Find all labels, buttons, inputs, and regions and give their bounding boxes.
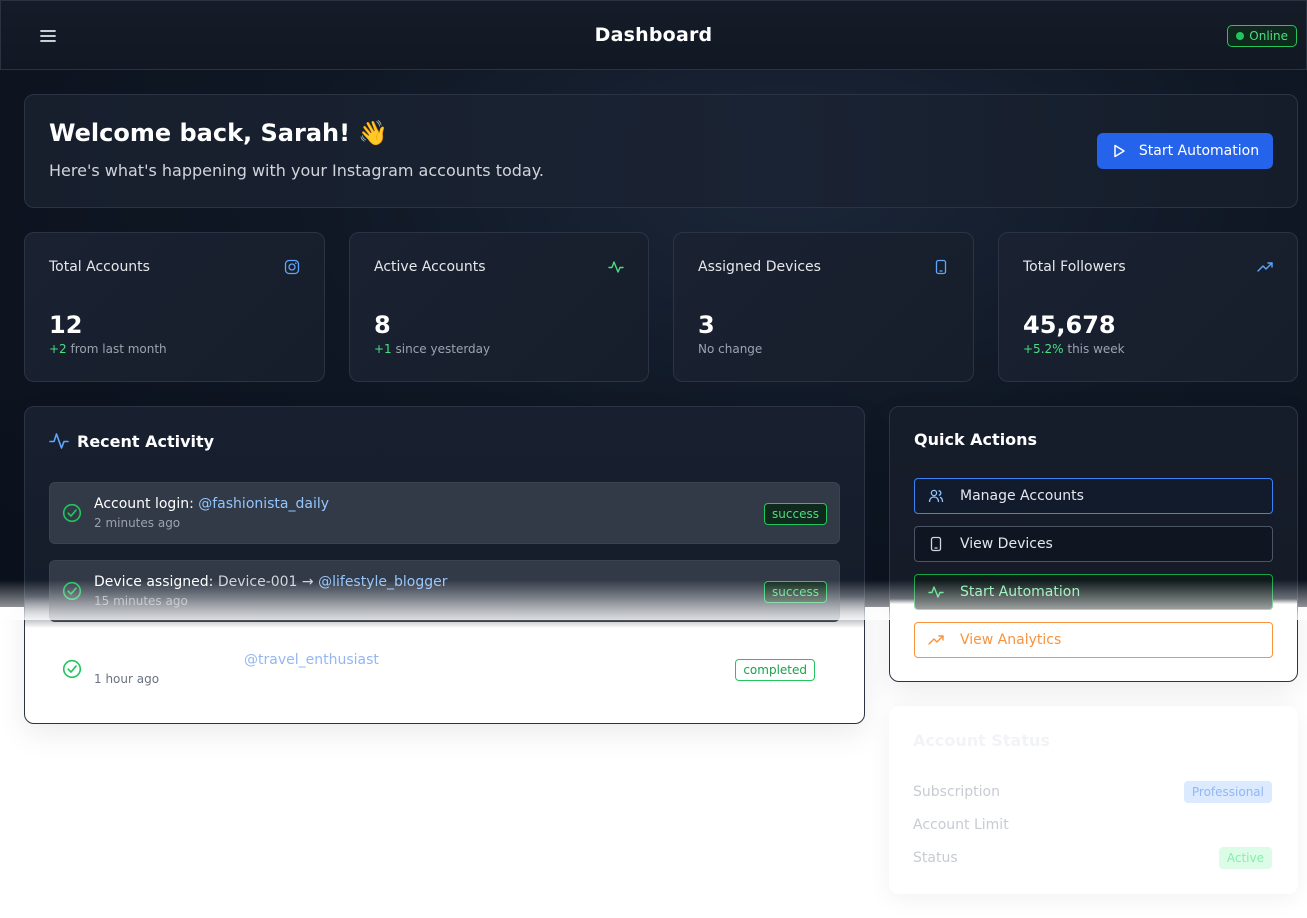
recent-activity-card: Recent Activity Account login: @fashioni… bbox=[24, 406, 865, 724]
stat-note: +2 from last month bbox=[49, 342, 167, 356]
activity-item[interactable]: Device assigned: Device-001 → @lifestyle… bbox=[49, 560, 840, 622]
stat-delta: +2 bbox=[49, 342, 67, 356]
activity-item[interactable]: @travel_enthusiast 1 hour ago completed bbox=[49, 638, 840, 700]
welcome-title: Welcome back, Sarah! 👋 bbox=[49, 119, 389, 147]
activity-icon bbox=[928, 586, 944, 598]
online-status-badge: Online bbox=[1227, 25, 1297, 47]
view-devices-label: View Devices bbox=[960, 536, 1053, 552]
activity-handle[interactable]: @travel_enthusiast bbox=[244, 652, 379, 668]
stat-card-assigned-devices: Assigned Devices 3 No change bbox=[673, 232, 974, 382]
status-row-status: Status Active bbox=[913, 847, 1272, 869]
stat-note-text: this week bbox=[1063, 342, 1125, 356]
trending-up-icon bbox=[1257, 259, 1273, 275]
menu-icon[interactable] bbox=[37, 25, 59, 47]
view-analytics-label: View Analytics bbox=[960, 632, 1062, 648]
quick-actions-card: Quick Actions Manage Accounts View Devic… bbox=[889, 406, 1298, 682]
activity-status-badge: success bbox=[764, 581, 827, 603]
activity-text: @travel_enthusiast bbox=[244, 652, 379, 668]
play-icon bbox=[1114, 144, 1125, 158]
start-automation-quick-label: Start Automation bbox=[960, 584, 1081, 600]
activity-text: Account login: @fashionista_daily bbox=[94, 496, 329, 512]
stat-note: +5.2% this week bbox=[1023, 342, 1125, 356]
status-label: Account Limit bbox=[913, 817, 1009, 833]
activity-time: 2 minutes ago bbox=[94, 516, 181, 530]
activity-action: Device assigned: bbox=[94, 574, 218, 590]
activity-detail: Device-001 → bbox=[217, 574, 319, 590]
activity-time: 15 minutes ago bbox=[94, 594, 188, 608]
start-automation-label: Start Automation bbox=[1138, 143, 1260, 159]
online-status-label: Online bbox=[1249, 29, 1288, 43]
stat-note-text: No change bbox=[698, 342, 763, 356]
stat-value: 45,678 bbox=[1023, 311, 1116, 339]
activity-text: Device assigned: Device-001 → @lifestyle… bbox=[94, 574, 448, 590]
stat-title: Active Accounts bbox=[374, 259, 486, 275]
recent-activity-title: Recent Activity bbox=[77, 431, 215, 451]
account-status-title: Account Status bbox=[913, 731, 1050, 750]
stat-value: 3 bbox=[698, 311, 715, 339]
welcome-card: Welcome back, Sarah! 👋 Here's what's hap… bbox=[24, 94, 1298, 208]
check-circle-icon bbox=[62, 503, 82, 523]
status-row-account-limit: Account Limit bbox=[913, 814, 1272, 836]
stat-title: Assigned Devices bbox=[698, 259, 821, 275]
users-icon bbox=[928, 489, 944, 503]
activity-action: Account login: bbox=[94, 496, 199, 512]
stat-note: +1 since yesterday bbox=[374, 342, 490, 356]
stat-card-total-accounts: Total Accounts 12 +2 from last month bbox=[24, 232, 325, 382]
activity-item[interactable]: Account login: @fashionista_daily 2 minu… bbox=[49, 482, 840, 544]
start-automation-quick-button[interactable]: Start Automation bbox=[914, 574, 1273, 610]
activity-status-badge: success bbox=[764, 503, 827, 525]
subscription-badge: Professional bbox=[1183, 781, 1272, 803]
activity-icon bbox=[608, 259, 624, 275]
stat-note-text: since yesterday bbox=[391, 342, 491, 356]
welcome-subtitle: Here's what's happening with your Instag… bbox=[49, 161, 544, 180]
status-label: Status bbox=[913, 850, 958, 866]
start-automation-button[interactable]: Start Automation bbox=[1097, 133, 1273, 169]
stat-title: Total Followers bbox=[1023, 259, 1126, 275]
stat-delta: +1 bbox=[374, 342, 392, 356]
trending-up-icon bbox=[928, 635, 944, 645]
stat-note: No change bbox=[698, 342, 762, 356]
stat-note-text: from last month bbox=[66, 342, 167, 356]
account-status-card: Account Status Subscription Professional… bbox=[889, 706, 1298, 894]
activity-icon bbox=[49, 433, 69, 449]
manage-accounts-label: Manage Accounts bbox=[960, 488, 1084, 504]
activity-status-badge: completed bbox=[735, 659, 815, 681]
check-circle-icon bbox=[62, 659, 82, 679]
instagram-icon bbox=[284, 259, 300, 275]
smartphone-icon bbox=[930, 536, 942, 552]
view-devices-button[interactable]: View Devices bbox=[914, 526, 1273, 562]
recent-activity-header: Recent Activity bbox=[49, 431, 214, 451]
status-label: Subscription bbox=[913, 784, 1000, 800]
check-circle-icon bbox=[62, 581, 82, 601]
page-title: Dashboard bbox=[594, 24, 713, 46]
stat-title: Total Accounts bbox=[49, 259, 150, 275]
view-analytics-button[interactable]: View Analytics bbox=[914, 622, 1273, 658]
activity-handle[interactable]: @fashionista_daily bbox=[198, 496, 329, 512]
stat-card-total-followers: Total Followers 45,678 +5.2% this week bbox=[998, 232, 1298, 382]
stat-card-active-accounts: Active Accounts 8 +1 since yesterday bbox=[349, 232, 649, 382]
quick-actions-title: Quick Actions bbox=[914, 430, 1038, 449]
stat-value: 12 bbox=[49, 311, 83, 339]
stat-delta: +5.2% bbox=[1023, 342, 1064, 356]
activity-handle[interactable]: @lifestyle_blogger bbox=[318, 574, 447, 590]
top-header: Dashboard Online bbox=[0, 0, 1307, 70]
status-row-subscription: Subscription Professional bbox=[913, 781, 1272, 803]
manage-accounts-button[interactable]: Manage Accounts bbox=[914, 478, 1273, 514]
activity-time: 1 hour ago bbox=[94, 672, 160, 686]
online-dot-icon bbox=[1236, 32, 1245, 40]
smartphone-icon bbox=[933, 259, 949, 275]
stat-value: 8 bbox=[374, 311, 391, 339]
status-badge: Active bbox=[1218, 847, 1272, 869]
